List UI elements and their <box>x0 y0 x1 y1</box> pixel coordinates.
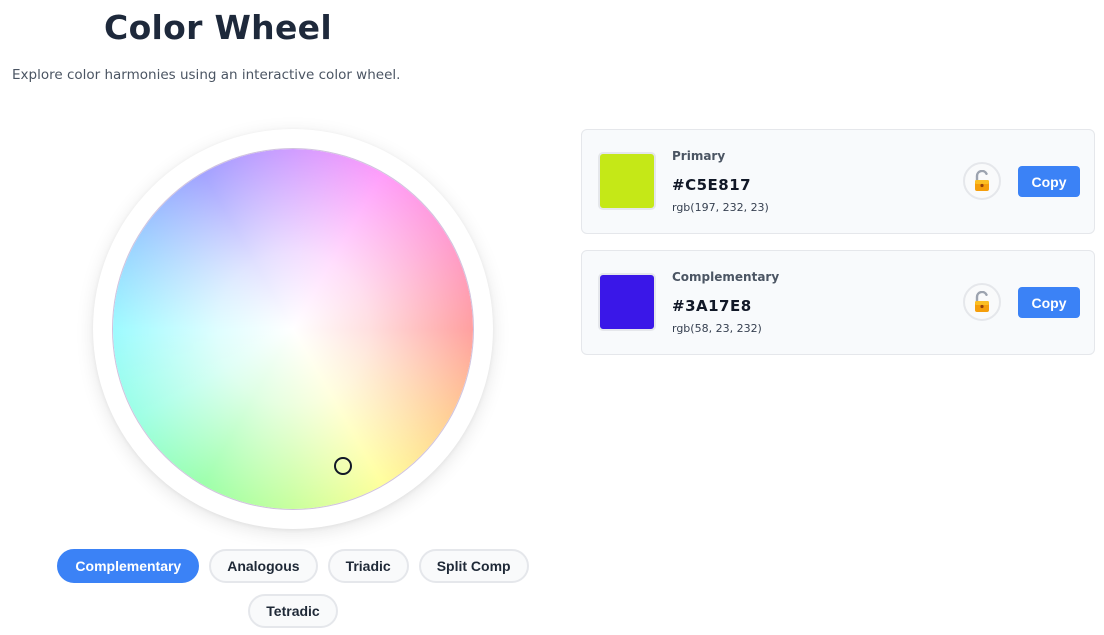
harmony-triadic-button[interactable]: Triadic <box>327 549 409 583</box>
color-hex-value: #C5E817 <box>672 176 752 194</box>
color-hex-value: #3A17E8 <box>672 297 752 315</box>
color-wheel-frame <box>93 129 493 529</box>
color-wheel[interactable] <box>113 149 473 509</box>
color-swatch[interactable] <box>598 273 656 331</box>
harmony-tetradic-button[interactable]: Tetradic <box>248 594 338 628</box>
harmony-split-comp-button[interactable]: Split Comp <box>418 549 529 583</box>
copy-button[interactable]: Copy <box>1018 287 1080 318</box>
color-label: Primary <box>672 149 726 163</box>
harmony-complementary-button[interactable]: Complementary <box>57 549 200 583</box>
unlocked-padlock-icon <box>975 170 989 191</box>
unlocked-padlock-icon <box>975 291 989 312</box>
page-title: Color Wheel <box>104 8 332 47</box>
copy-button[interactable]: Copy <box>1018 166 1080 197</box>
lock-toggle-button[interactable] <box>963 162 1001 200</box>
color-wheel-saturation-layer <box>113 149 473 509</box>
color-label: Complementary <box>672 270 780 284</box>
color-swatch[interactable] <box>598 152 656 210</box>
color-picker-marker[interactable] <box>334 457 352 475</box>
page-subtitle: Explore color harmonies using an interac… <box>12 67 401 83</box>
color-rgb-value: rgb(58, 23, 232) <box>672 322 762 335</box>
color-card-primary: Primary #C5E817 rgb(197, 232, 23) Copy <box>581 129 1095 234</box>
color-rgb-value: rgb(197, 232, 23) <box>672 201 769 214</box>
lock-toggle-button[interactable] <box>963 283 1001 321</box>
harmony-button-row: Complementary Analogous Triadic Split Co… <box>0 549 586 583</box>
harmony-analogous-button[interactable]: Analogous <box>209 549 318 583</box>
harmony-button-row: Tetradic <box>0 594 586 628</box>
color-card-complementary: Complementary #3A17E8 rgb(58, 23, 232) C… <box>581 250 1095 355</box>
